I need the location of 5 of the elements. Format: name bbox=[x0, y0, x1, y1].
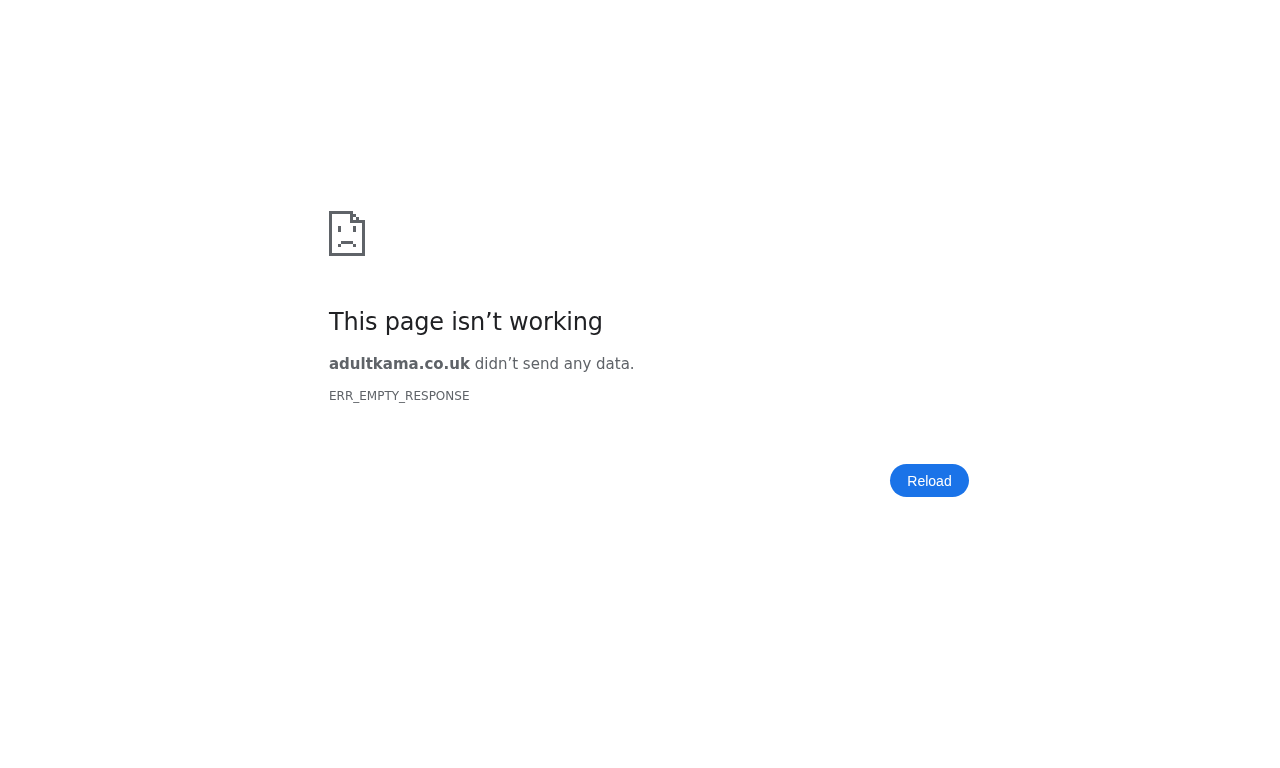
error-code: ERR_EMPTY_RESPONSE bbox=[329, 388, 471, 404]
reload-button[interactable]: Reload bbox=[890, 464, 969, 497]
error-heading: This page isn’t working bbox=[329, 307, 604, 338]
error-message: adultkama.co.uk didn’t send any data. bbox=[329, 354, 636, 375]
sad-page-icon bbox=[329, 211, 365, 256]
